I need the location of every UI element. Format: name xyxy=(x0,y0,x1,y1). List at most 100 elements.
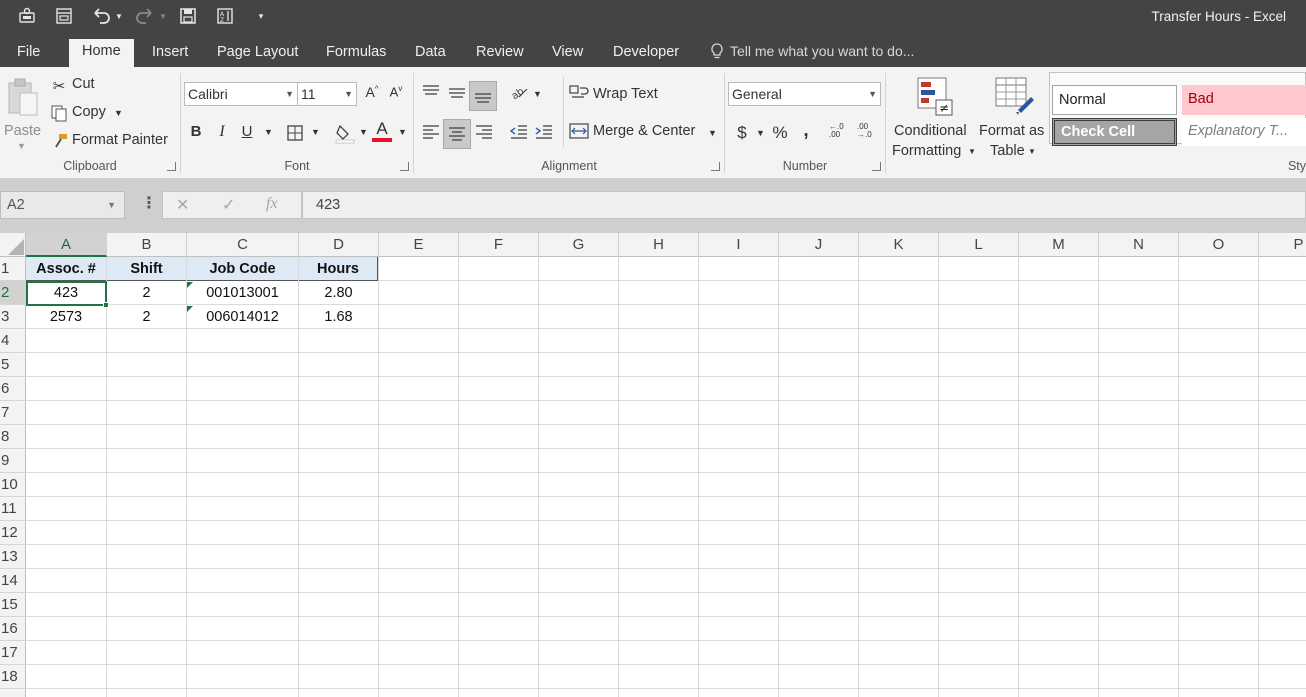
tab-file[interactable]: File xyxy=(4,40,53,67)
number-as-text-indicator-icon[interactable] xyxy=(187,282,193,288)
paste-dropdown-icon[interactable]: ▼ xyxy=(17,141,26,151)
cut-button[interactable]: Cut xyxy=(72,76,95,92)
increase-font-icon[interactable]: A^ xyxy=(363,84,381,100)
row-header-12[interactable]: 12 xyxy=(0,521,26,545)
copy-dropdown-icon[interactable]: ▼ xyxy=(114,108,123,118)
formula-input[interactable]: 423 xyxy=(302,191,1306,219)
cell-c2[interactable]: 001013001 xyxy=(187,281,298,305)
number-format-select[interactable]: General ▼ xyxy=(728,82,881,106)
cell-a1[interactable]: Assoc. # xyxy=(26,257,106,281)
more-options-icon[interactable]: ⋮ xyxy=(141,193,157,213)
cell-c1[interactable]: Job Code xyxy=(187,257,298,281)
column-header-n[interactable]: N xyxy=(1099,233,1179,257)
currency-dropdown-icon[interactable]: ▼ xyxy=(756,128,765,138)
align-center-icon[interactable] xyxy=(443,119,471,149)
cell-c3[interactable]: 006014012 xyxy=(187,305,298,329)
merge-dropdown-icon[interactable]: ▼ xyxy=(708,128,717,138)
cell-d1[interactable]: Hours xyxy=(299,257,378,281)
align-left-icon[interactable] xyxy=(420,123,442,143)
undo-icon[interactable] xyxy=(89,5,113,27)
paste-button[interactable]: Paste xyxy=(4,123,41,139)
column-header-b[interactable]: B xyxy=(107,233,187,257)
cancel-icon[interactable]: ✕ xyxy=(176,195,189,215)
fill-handle[interactable] xyxy=(103,302,109,308)
row-header-17[interactable]: 17 xyxy=(0,641,26,665)
increase-indent-icon[interactable] xyxy=(533,123,555,143)
font-color-dropdown-icon[interactable]: ▼ xyxy=(398,127,407,137)
row-header-15[interactable]: 15 xyxy=(0,593,26,617)
row-header-18[interactable]: 18 xyxy=(0,665,26,689)
align-right-icon[interactable] xyxy=(473,123,495,143)
font-size-select[interactable]: 11 ▼ xyxy=(297,82,357,106)
paste-icon[interactable] xyxy=(6,77,40,117)
cell-a3[interactable]: 2573 xyxy=(26,305,106,329)
comma-button[interactable]: , xyxy=(799,120,813,142)
align-middle-icon[interactable] xyxy=(446,85,468,105)
column-header-i[interactable]: I xyxy=(699,233,779,257)
cell-d3[interactable]: 1.68 xyxy=(299,305,378,329)
column-header-j[interactable]: J xyxy=(779,233,859,257)
increase-decimal-icon[interactable]: ←.0.00 xyxy=(829,123,851,139)
format-as-table-line1[interactable]: Format as xyxy=(979,123,1044,139)
underline-button[interactable]: U xyxy=(239,123,255,140)
enter-icon[interactable]: ✓ xyxy=(222,195,235,215)
decrease-font-icon[interactable]: Av xyxy=(387,84,405,99)
undo-dropdown-icon[interactable]: ▼ xyxy=(114,5,124,27)
fill-color-icon[interactable] xyxy=(334,122,356,148)
cell-b3[interactable]: 2 xyxy=(107,305,186,329)
conditional-formatting-icon[interactable]: ≠ xyxy=(916,76,954,116)
select-all-button[interactable] xyxy=(0,233,26,257)
align-bottom-icon[interactable] xyxy=(469,81,497,111)
sort-icon[interactable]: AZ xyxy=(214,5,236,27)
align-top-icon[interactable] xyxy=(420,83,442,103)
column-header-l[interactable]: L xyxy=(939,233,1019,257)
tab-insert[interactable]: Insert xyxy=(139,40,201,67)
borders-dropdown-icon[interactable]: ▼ xyxy=(311,127,320,137)
format-as-table-dropdown-icon[interactable]: ▼ xyxy=(1028,147,1036,156)
column-header-g[interactable]: G xyxy=(539,233,619,257)
fill-color-dropdown-icon[interactable]: ▼ xyxy=(359,127,368,137)
cell-b2[interactable]: 2 xyxy=(107,281,186,305)
tab-developer[interactable]: Developer xyxy=(600,40,692,67)
cell-grid[interactable]: Assoc. # Shift Job Code Hours 423 2 0010… xyxy=(26,257,1306,697)
column-header-o[interactable]: O xyxy=(1179,233,1259,257)
decrease-indent-icon[interactable] xyxy=(508,123,530,143)
row-header-9[interactable]: 9 xyxy=(0,449,26,473)
cell-d2[interactable]: 2.80 xyxy=(299,281,378,305)
orientation-icon[interactable]: ab xyxy=(508,83,530,105)
column-header-k[interactable]: K xyxy=(859,233,939,257)
row-header-4[interactable]: 4 xyxy=(0,329,26,353)
conditional-formatting-dropdown-icon[interactable]: ▼ xyxy=(968,147,976,156)
redo-dropdown-icon[interactable]: ▼ xyxy=(158,5,168,27)
font-launcher-icon[interactable] xyxy=(400,162,409,171)
tab-review[interactable]: Review xyxy=(463,40,537,67)
column-header-e[interactable]: E xyxy=(379,233,459,257)
percent-button[interactable]: % xyxy=(770,123,790,143)
row-header-11[interactable]: 11 xyxy=(0,497,26,521)
bold-button[interactable]: B xyxy=(188,123,204,140)
column-header-d[interactable]: D xyxy=(299,233,379,257)
tab-formulas[interactable]: Formulas xyxy=(313,40,399,67)
style-bad[interactable]: Bad xyxy=(1182,85,1306,115)
row-header-13[interactable]: 13 xyxy=(0,545,26,569)
customize-icon[interactable]: ▾ xyxy=(254,5,268,27)
format-painter-button[interactable]: Format Painter xyxy=(72,132,168,148)
column-header-p[interactable]: P xyxy=(1259,233,1306,257)
row-header-1[interactable]: 1 xyxy=(0,257,26,281)
number-as-text-indicator-icon[interactable] xyxy=(187,306,193,312)
column-header-c[interactable]: C xyxy=(187,233,299,257)
redo-icon[interactable] xyxy=(133,5,157,27)
row-header-3[interactable]: 3 xyxy=(0,305,26,329)
clipboard-launcher-icon[interactable] xyxy=(167,162,176,171)
row-header-14[interactable]: 14 xyxy=(0,569,26,593)
row-header-10[interactable]: 10 xyxy=(0,473,26,497)
insert-function-icon[interactable]: fx xyxy=(266,195,278,213)
currency-button[interactable]: $ xyxy=(734,123,750,143)
name-box[interactable]: A2 ▼ xyxy=(0,191,125,219)
wrap-text-button[interactable]: Wrap Text xyxy=(593,86,658,102)
row-header-6[interactable]: 6 xyxy=(0,377,26,401)
alignment-launcher-icon[interactable] xyxy=(711,162,720,171)
font-color-icon[interactable]: A xyxy=(371,120,393,142)
row-header-16[interactable]: 16 xyxy=(0,617,26,641)
row-header-8[interactable]: 8 xyxy=(0,425,26,449)
